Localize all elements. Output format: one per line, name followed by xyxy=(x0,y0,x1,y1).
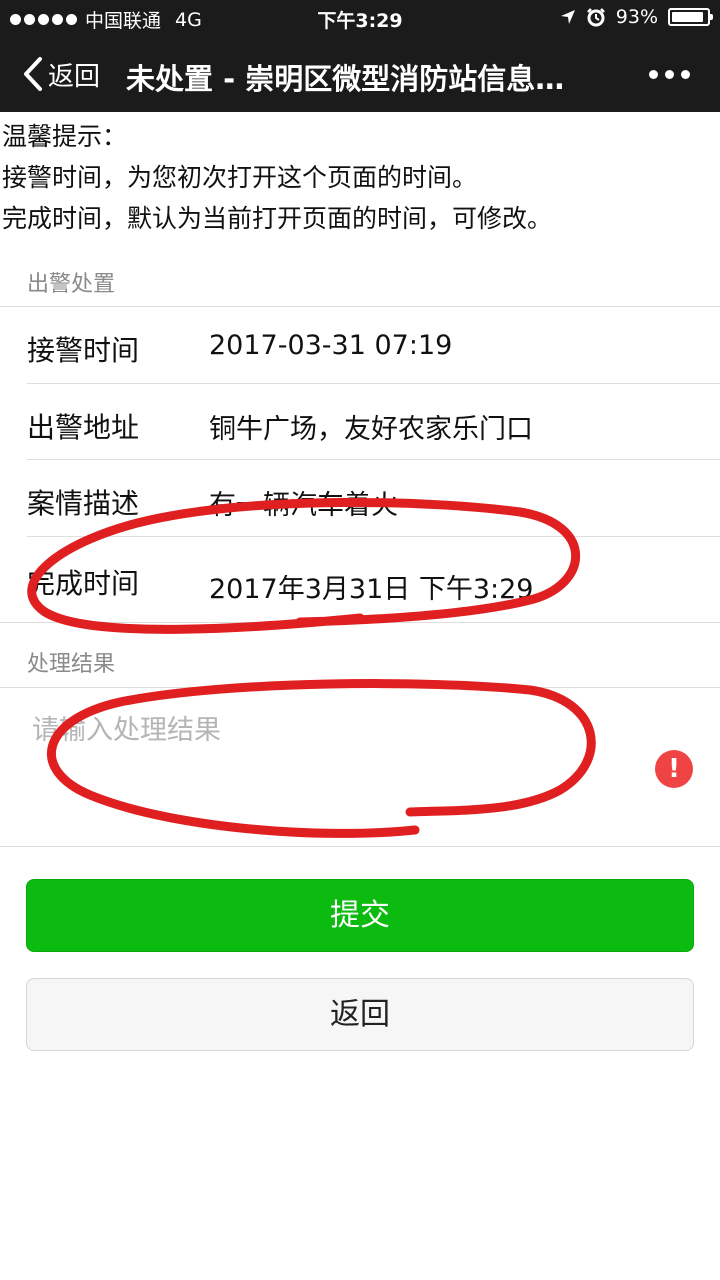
row-address: 出警地址 铜牛广场，友好农家乐门口 xyxy=(0,384,720,460)
location-arrow-icon xyxy=(560,10,575,24)
row-receive-time: 接警时间 2017-03-31 07:19 xyxy=(0,307,720,383)
row-label: 案情描述 xyxy=(27,487,140,520)
row-value: 铜牛广场，友好农家乐门口 xyxy=(209,414,533,445)
tips-heading: 温馨提示： xyxy=(2,122,128,151)
row-label: 出警地址 xyxy=(27,411,140,444)
row-value: 有一辆汽车着火 xyxy=(209,490,398,521)
alarm-clock-icon xyxy=(586,8,605,27)
tips-line-2: 完成时间，默认为当前打开页面的时间，可修改。 xyxy=(2,204,553,233)
divider xyxy=(0,622,720,623)
page-title: 未处置 - 崇明区微型消防站信息… xyxy=(126,62,565,96)
submit-button[interactable]: 提交 xyxy=(26,879,694,952)
result-placeholder: 请输入处理结果 xyxy=(32,715,221,746)
divider xyxy=(0,846,720,847)
chevron-left-icon xyxy=(24,57,42,91)
row-description: 案情描述 有一辆汽车着火 xyxy=(0,460,720,536)
complete-time-picker[interactable]: 2017年3月31日 下午3:29 xyxy=(209,567,533,606)
status-right: 93% xyxy=(560,6,713,28)
result-section-title: 处理结果 xyxy=(27,652,116,677)
tips-block: 温馨提示： 接警时间，为您初次打开这个页面的时间。 完成时间，默认为当前打开页面… xyxy=(2,116,718,239)
row-label: 接警时间 xyxy=(27,334,140,367)
row-label: 完成时间 xyxy=(27,567,140,600)
battery-percent: 93% xyxy=(615,6,658,28)
status-bar: 中国联通 4G 下午3:29 93% xyxy=(0,0,720,36)
back-label: 返回 xyxy=(48,61,101,92)
battery-icon xyxy=(668,8,713,26)
more-options-icon[interactable] xyxy=(649,70,690,79)
row-value: 2017-03-31 07:19 xyxy=(209,330,453,361)
back-button[interactable]: 返回 xyxy=(22,54,100,94)
tips-line-1: 接警时间，为您初次打开这个页面的时间。 xyxy=(2,163,478,192)
row-complete-time[interactable]: 完成时间 2017年3月31日 下午3:29 xyxy=(0,537,720,621)
return-button[interactable]: 返回 xyxy=(26,978,694,1051)
navigation-bar: 返回 未处置 - 崇明区微型消防站信息… xyxy=(0,36,720,112)
warning-icon: ! xyxy=(655,750,693,788)
dispatch-section-title: 出警处置 xyxy=(27,272,116,297)
